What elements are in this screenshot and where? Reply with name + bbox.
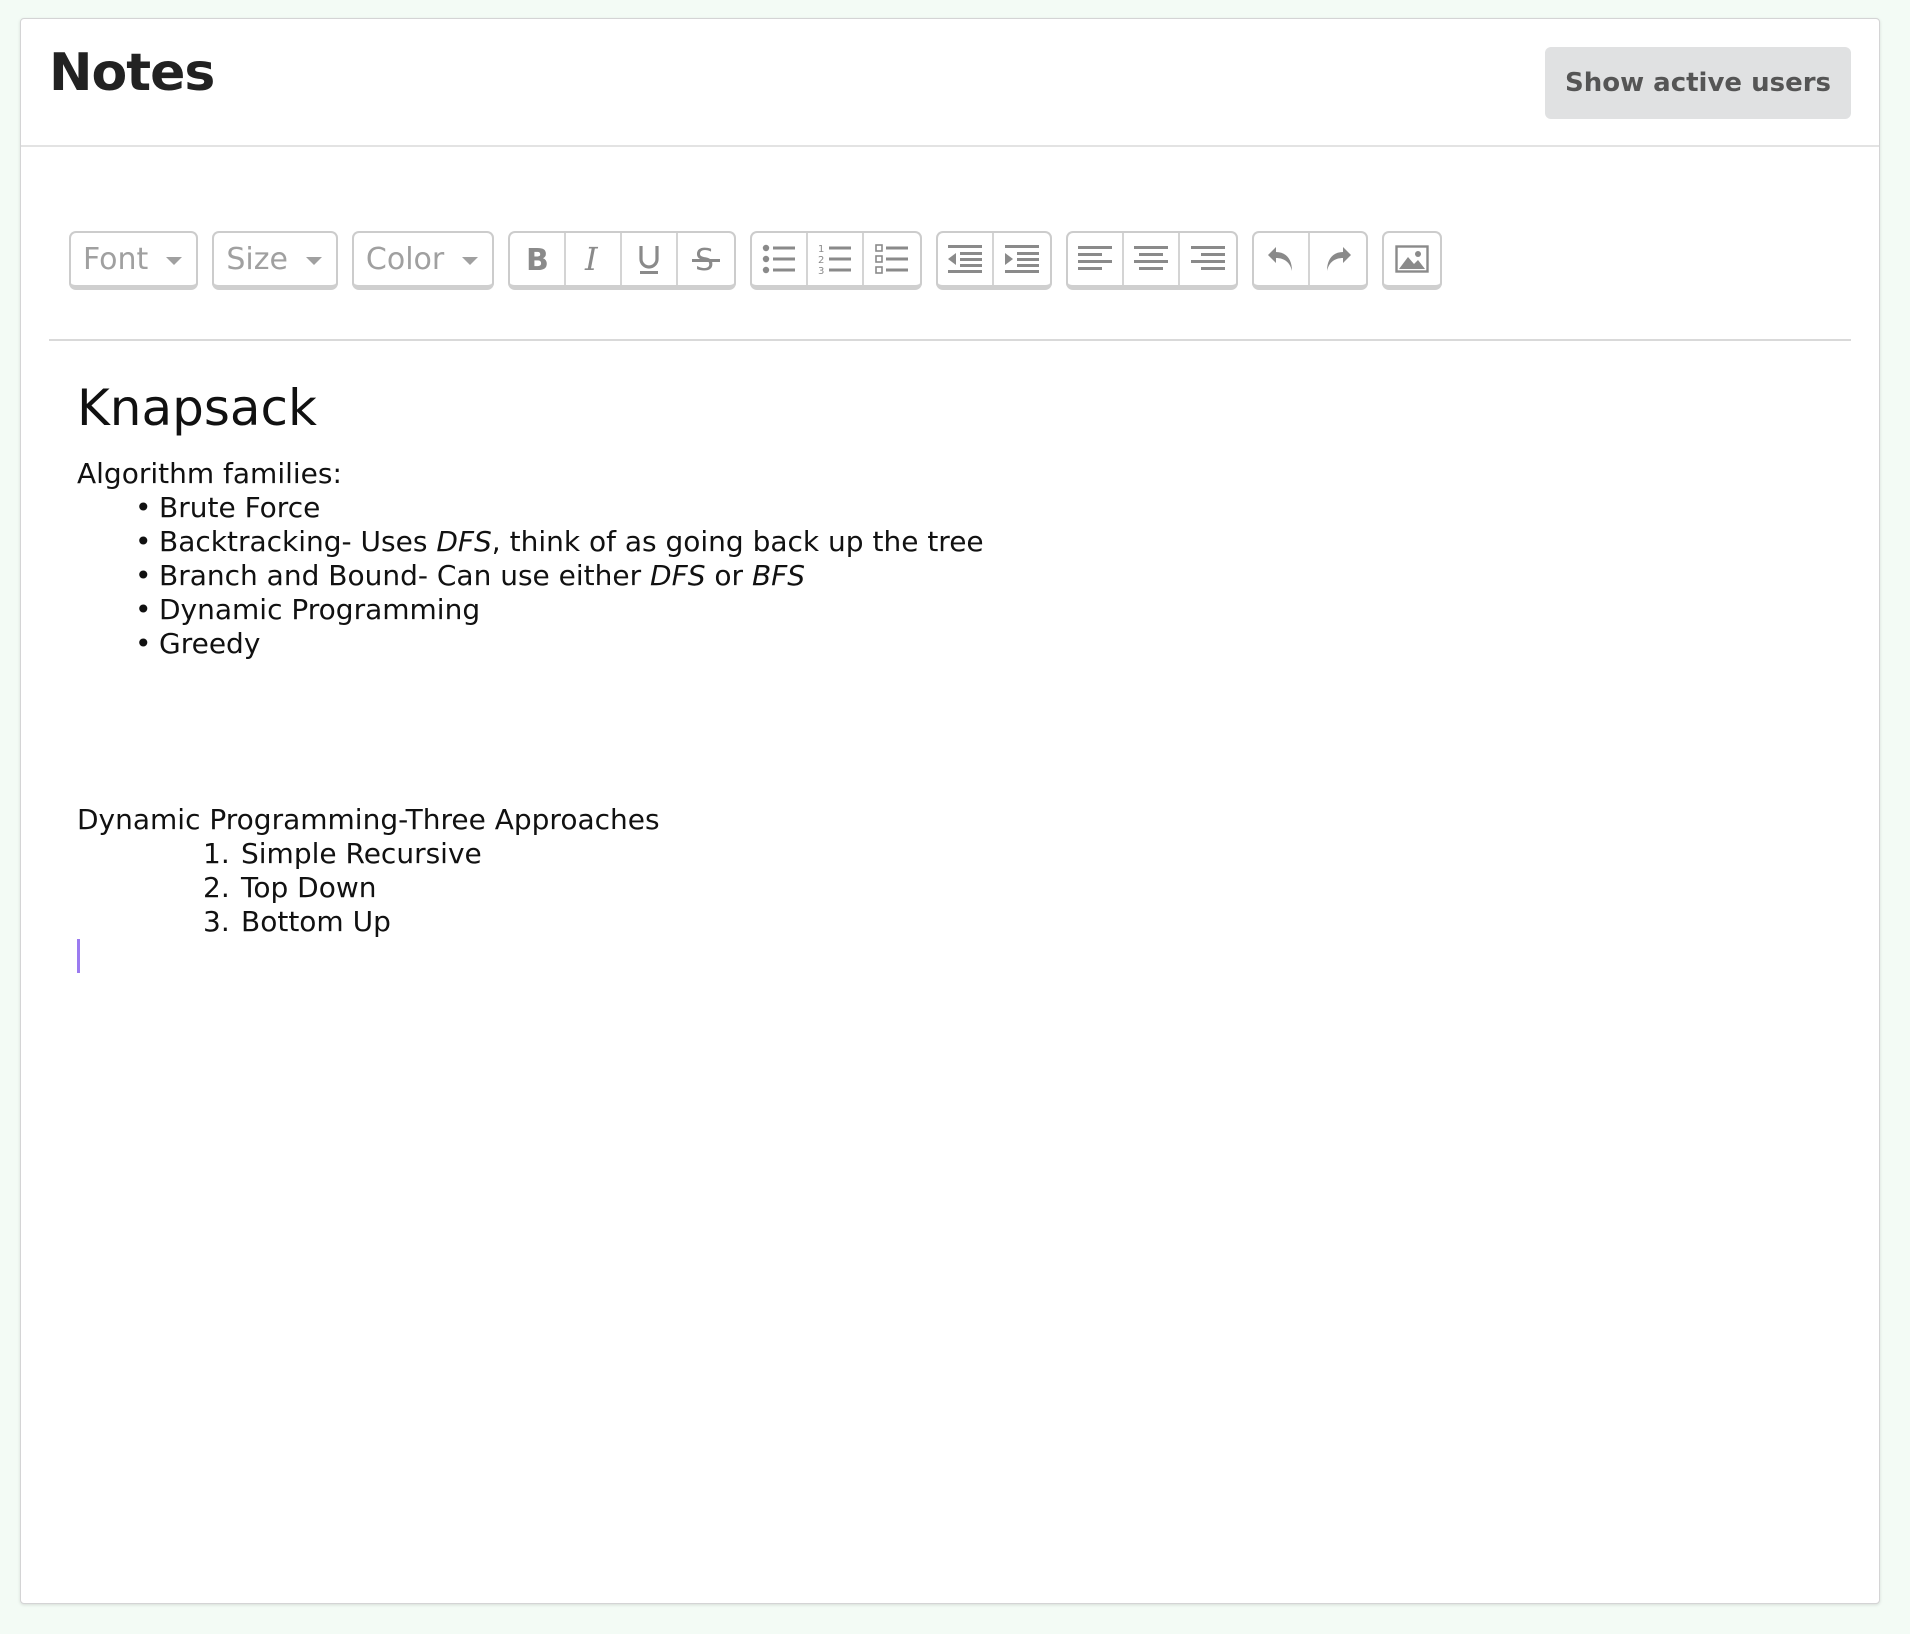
size-dropdown-group: Size — [212, 231, 338, 290]
undo-icon — [1268, 247, 1293, 271]
chevron-down-icon — [462, 257, 479, 265]
list-item: 2. Top Down — [203, 871, 377, 904]
svg-text:B: B — [526, 243, 549, 275]
italic-icon: I — [584, 243, 599, 275]
dp-intro: Dynamic Programming-Three Approaches — [77, 803, 660, 836]
numbered-list-button[interactable]: 1 2 3 — [808, 233, 865, 285]
bold-icon: B — [526, 243, 549, 275]
text-cursor — [77, 939, 80, 973]
underline-icon — [639, 246, 659, 274]
underline-button[interactable] — [622, 233, 679, 285]
blank-space — [77, 661, 1827, 803]
editor-toolbar: Font Size Color B I 1 2 3 — [69, 231, 1456, 293]
color-dropdown-label: Color — [365, 241, 445, 277]
bullet-list-icon — [763, 244, 796, 274]
bullet-list-button[interactable] — [752, 233, 809, 285]
svg-text:3: 3 — [818, 266, 824, 275]
color-dropdown-group: Color — [351, 231, 495, 290]
checklist-icon — [875, 244, 909, 274]
align-left-button[interactable] — [1068, 233, 1125, 285]
redo-icon — [1327, 247, 1352, 271]
toolbar-divider — [49, 339, 1851, 341]
indent-icon — [1005, 245, 1040, 273]
svg-text:2: 2 — [818, 255, 824, 266]
indent-group — [936, 231, 1053, 290]
font-dropdown-group: Font — [69, 231, 199, 290]
approaches-list: 1. Simple Recursive 2. Top Down 3. Bottom U… — [77, 837, 1827, 939]
align-center-button[interactable] — [1124, 233, 1181, 285]
chevron-down-icon — [166, 257, 183, 265]
insert-image-button[interactable] — [1384, 233, 1440, 285]
list-item: 3. Bottom Up — [203, 905, 391, 938]
align-right-button[interactable] — [1180, 233, 1236, 285]
align-center-icon — [1134, 246, 1169, 270]
redo-button[interactable] — [1310, 233, 1366, 285]
size-dropdown[interactable]: Size — [214, 233, 336, 285]
align-right-icon — [1191, 246, 1226, 270]
algorithm-families-list: Brute Force Backtracking- Uses DFS, thin… — [77, 491, 1827, 661]
list-item: Branch and Bound- Can use either DFS or … — [135, 559, 1827, 593]
list-item: Backtracking- Uses DFS, think of as goin… — [135, 525, 1827, 559]
size-dropdown-label: Size — [226, 241, 288, 277]
align-group — [1066, 231, 1239, 290]
list-item: 1. Simple Recursive — [203, 837, 482, 870]
show-active-users-button[interactable]: Show active users — [1545, 47, 1851, 119]
bold-button[interactable]: B — [510, 233, 567, 285]
svg-text:I: I — [584, 243, 599, 275]
list-item: Greedy — [135, 627, 1827, 661]
editor-content[interactable]: Knapsack Algorithm families: Brute Force… — [77, 359, 1827, 973]
notes-panel: Notes Show active users Font Size Color … — [20, 18, 1880, 1604]
text-format-group: B I S — [508, 231, 737, 290]
page-title: Notes — [49, 43, 215, 103]
italic-button[interactable]: I — [566, 233, 623, 285]
align-left-icon — [1078, 246, 1113, 270]
families-intro: Algorithm families: — [77, 457, 342, 490]
panel-header: Notes Show active users — [21, 19, 1879, 147]
undo-button[interactable] — [1254, 233, 1311, 285]
strikethrough-icon: S — [692, 243, 721, 276]
font-dropdown-label: Font — [83, 241, 149, 277]
history-group — [1252, 231, 1369, 290]
list-item: Brute Force — [135, 491, 1827, 525]
strikethrough-button[interactable]: S — [678, 233, 734, 285]
insert-group — [1382, 231, 1443, 290]
font-dropdown[interactable]: Font — [71, 233, 196, 285]
chevron-down-icon — [305, 257, 322, 265]
list-group: 1 2 3 — [750, 231, 923, 290]
svg-text:1: 1 — [818, 244, 824, 255]
list-item: Dynamic Programming — [135, 593, 1827, 627]
indent-button[interactable] — [994, 233, 1050, 285]
outdent-button[interactable] — [938, 233, 995, 285]
color-dropdown[interactable]: Color — [354, 233, 492, 285]
outdent-icon — [948, 245, 983, 273]
image-icon — [1395, 245, 1429, 273]
checklist-button[interactable] — [864, 233, 920, 285]
numbered-list-icon: 1 2 3 — [818, 244, 852, 275]
document-heading: Knapsack — [77, 379, 317, 437]
